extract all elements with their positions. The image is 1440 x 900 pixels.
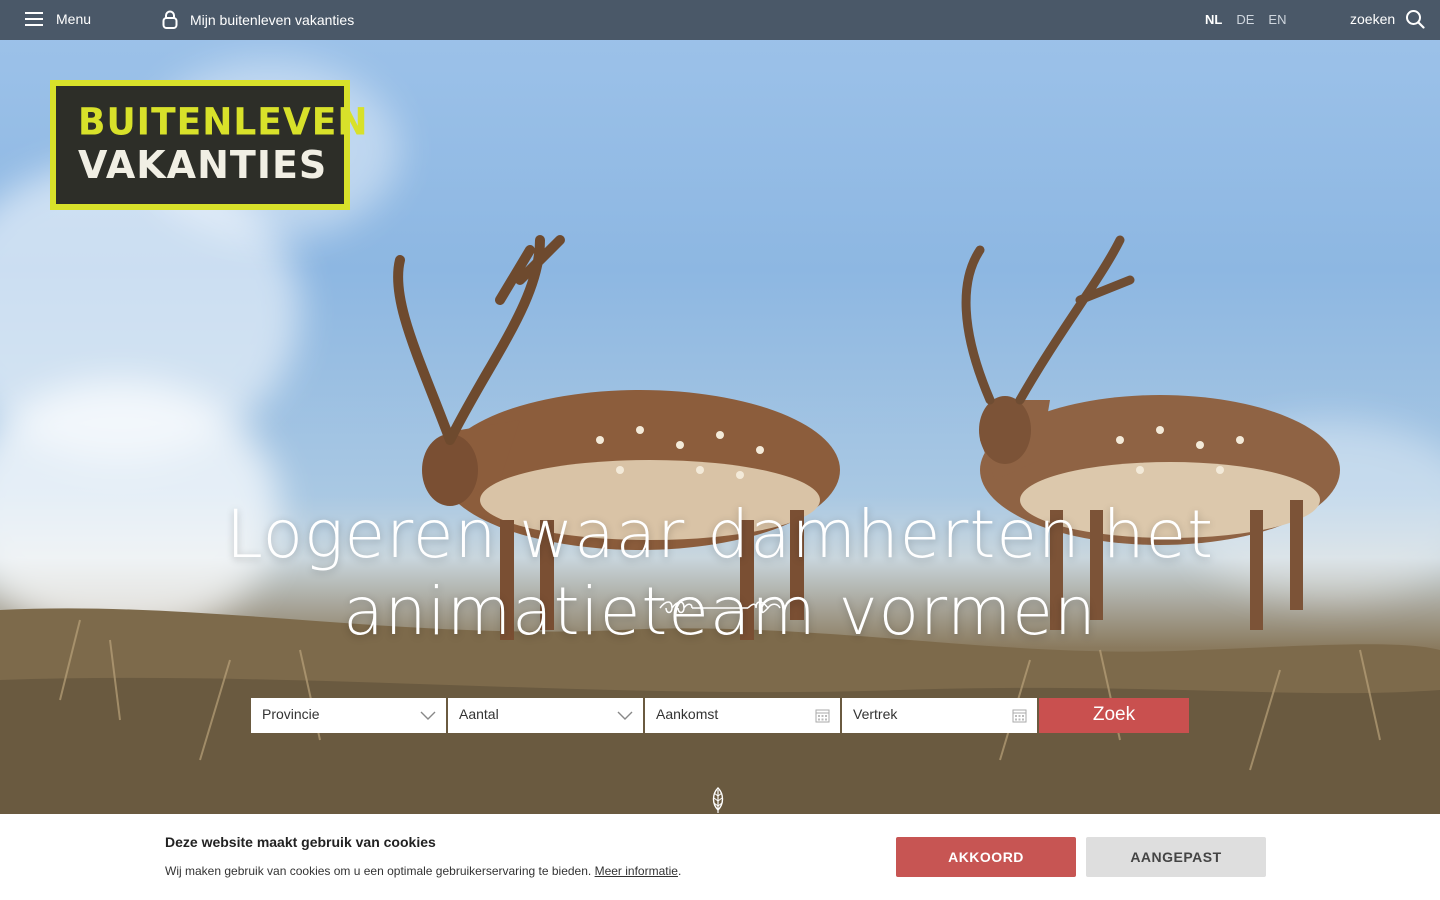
cookie-accept-button[interactable]: AKKOORD	[896, 837, 1076, 877]
search-button[interactable]: zoeken	[1350, 9, 1425, 29]
logo-text-vakanties: VAKANTIES	[78, 143, 328, 187]
site-logo[interactable]: BUITENLEVEN VAKANTIES	[50, 80, 369, 210]
menu-button[interactable]: Menu	[24, 9, 91, 29]
language-nl[interactable]: NL	[1205, 12, 1222, 27]
aantal-select[interactable]: Aantal	[448, 698, 643, 733]
account-label: Mijn buitenleven vakanties	[190, 12, 355, 28]
chevron-down-icon	[617, 711, 633, 720]
cookie-description: Wij maken gebruik van cookies om u een o…	[165, 864, 592, 878]
lock-icon	[162, 10, 178, 29]
cookie-text: Wij maken gebruik van cookies om u een o…	[165, 864, 682, 878]
aankomst-date-field[interactable]: Aankomst	[645, 698, 840, 733]
hamburger-icon	[25, 12, 43, 26]
menu-label: Menu	[56, 11, 92, 27]
chevron-down-icon	[420, 711, 436, 720]
hero-headline: Logeren waar damherten het animatieteam …	[225, 496, 1215, 650]
language-en[interactable]: EN	[1268, 12, 1286, 27]
provincie-select[interactable]: Provincie	[251, 698, 446, 733]
cookie-consent-bar: Deze website maakt gebruik van cookies W…	[0, 814, 1440, 900]
aankomst-placeholder: Aankomst	[656, 706, 719, 722]
aantal-placeholder: Aantal	[459, 706, 499, 722]
account-link[interactable]: Mijn buitenleven vakanties	[162, 10, 354, 30]
ornament-divider-icon	[659, 601, 781, 614]
vertrek-date-field[interactable]: Vertrek	[842, 698, 1037, 733]
cookie-title: Deze website maakt gebruik van cookies	[165, 834, 436, 850]
logo-text-buitenleven: BUITENLEVEN	[78, 100, 369, 144]
top-navigation-bar: Menu Mijn buitenleven vakanties NL DE EN…	[0, 0, 1440, 40]
leaf-scroll-icon[interactable]	[710, 786, 726, 814]
vertrek-placeholder: Vertrek	[853, 706, 898, 722]
calendar-icon	[1012, 709, 1027, 723]
calendar-icon	[815, 709, 830, 723]
cookie-customize-button[interactable]: AANGEPAST	[1086, 837, 1266, 877]
search-label: zoeken	[1350, 11, 1396, 27]
language-de[interactable]: DE	[1236, 12, 1254, 27]
provincie-placeholder: Provincie	[262, 706, 320, 722]
search-icon	[1406, 10, 1425, 29]
accommodation-search-form: Provincie Aantal Aankomst Vertrek Zoek	[251, 698, 1189, 733]
cookie-more-info-link[interactable]: Meer informatie	[595, 864, 678, 878]
zoek-button[interactable]: Zoek	[1039, 698, 1189, 733]
language-switcher: NL DE EN	[1205, 12, 1286, 27]
